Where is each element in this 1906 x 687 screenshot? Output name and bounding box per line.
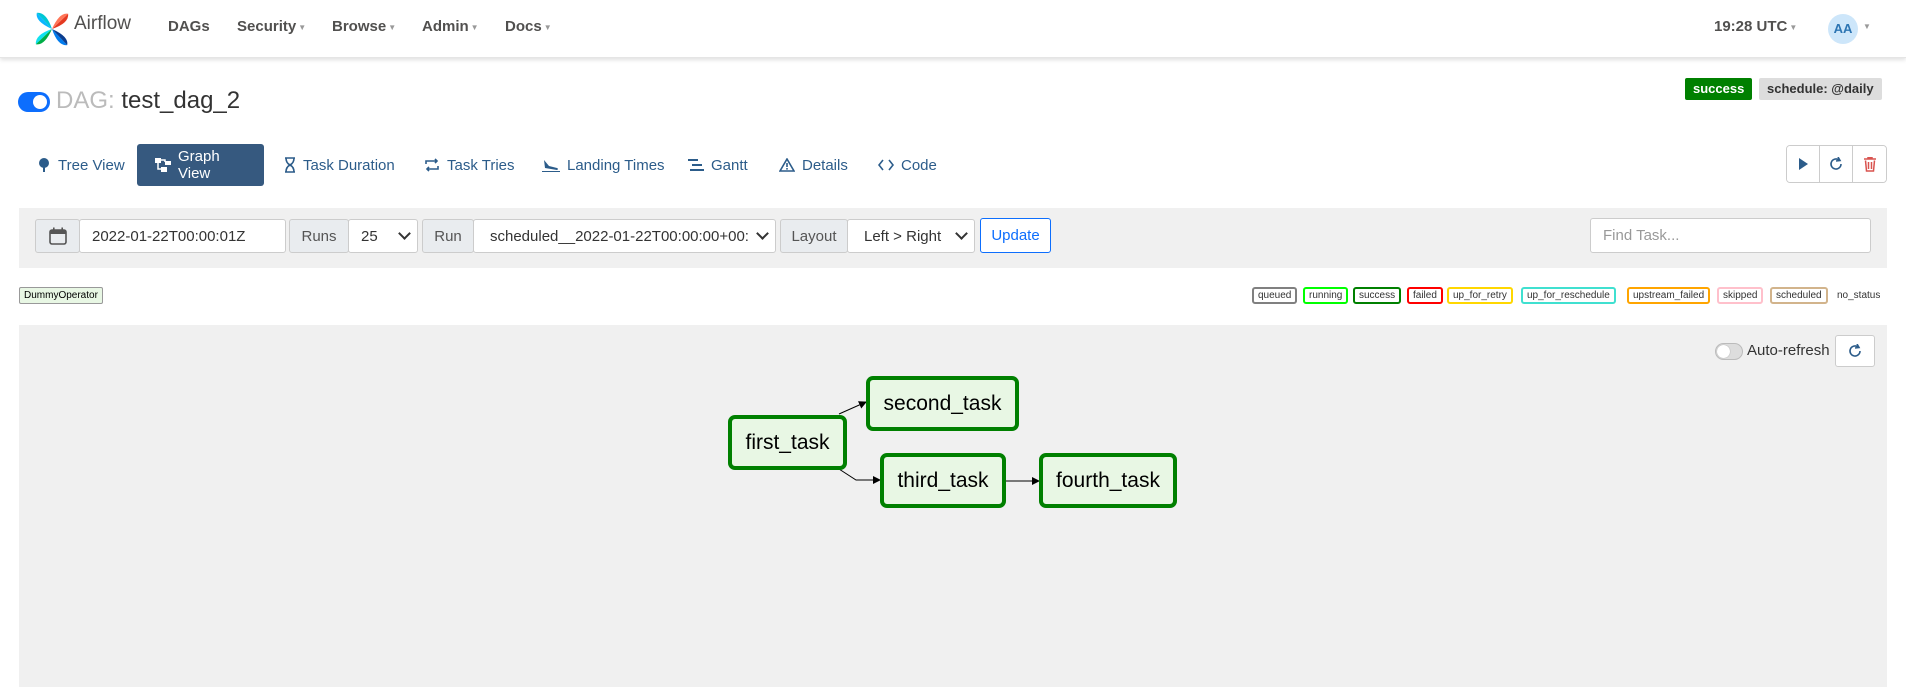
calendar-icon: [48, 227, 67, 245]
trigger-dag-button[interactable]: [1787, 146, 1820, 182]
tab-label: Gantt: [711, 156, 748, 174]
auto-refresh-label: Auto-refresh: [1747, 342, 1830, 359]
legend-success: success: [1353, 287, 1402, 304]
tab-code[interactable]: Code: [860, 144, 955, 186]
tab-gantt[interactable]: Gantt: [670, 144, 766, 186]
legend-queued: queued: [1252, 287, 1298, 304]
graph-refresh-button[interactable]: [1835, 335, 1875, 367]
user-avatar[interactable]: AA: [1828, 14, 1858, 44]
chevron-down-icon: [398, 227, 411, 240]
task-node-first-task[interactable]: first_task: [728, 415, 847, 470]
tab-task-tries[interactable]: Task Tries: [406, 144, 533, 186]
operator-legend-dummyoperator: DummyOperator: [19, 287, 103, 304]
legend-upstream-failed: upstream_failed: [1627, 287, 1711, 304]
run-select[interactable]: scheduled__2022-01-22T00:00:00+00:00: [473, 219, 776, 253]
nav-security[interactable]: Security ▼: [237, 18, 306, 35]
timezone-clock[interactable]: 19:28 UTC ▼: [1714, 18, 1797, 35]
brand-logo[interactable]: Airflow: [33, 7, 131, 51]
page-title: DAG: test_dag_2: [56, 87, 240, 115]
runs-select-value: 25: [361, 227, 378, 245]
retry-icon: [424, 158, 440, 172]
nav-admin[interactable]: Admin ▼: [422, 18, 479, 35]
code-icon: [878, 159, 894, 171]
run-select-value: scheduled__2022-01-22T00:00:00+00:00: [490, 227, 749, 245]
refresh-dag-button[interactable]: [1820, 146, 1853, 182]
dag-status-badge: success: [1685, 78, 1753, 100]
execution-date-input[interactable]: 2022-01-22T00:00:01Z: [79, 219, 286, 253]
tab-graph-view[interactable]: Graph View: [137, 144, 264, 186]
tab-label: Details: [802, 156, 848, 174]
delete-dag-button[interactable]: [1853, 146, 1886, 182]
nav-admin-label: Admin: [422, 18, 469, 35]
auto-refresh-toggle[interactable]: [1715, 343, 1743, 360]
tab-label: Code: [901, 156, 937, 174]
run-label: Run: [422, 219, 474, 253]
date-picker-button[interactable]: [35, 219, 80, 253]
nav-browse[interactable]: Browse ▼: [332, 18, 396, 35]
plane-landing-icon: [542, 158, 560, 172]
legend-up-for-retry: up_for_retry: [1447, 287, 1513, 304]
caret-down-icon: ▼: [1789, 22, 1798, 32]
tab-label: Landing Times: [567, 156, 665, 174]
task-node-third-task[interactable]: third_task: [880, 453, 1006, 508]
layout-label: Layout: [780, 219, 848, 253]
nav-security-label: Security: [237, 18, 297, 35]
schedule-badge: schedule: @daily: [1759, 78, 1882, 100]
graph-icon: [155, 158, 171, 172]
caret-down-icon: ▼: [470, 22, 479, 32]
caret-down-icon: ▼: [543, 22, 552, 32]
layout-select[interactable]: Left > Right: [847, 219, 975, 253]
legend-up-for-reschedule: up_for_reschedule: [1521, 287, 1616, 304]
tab-label: Task Tries: [447, 156, 515, 174]
tab-task-duration[interactable]: Task Duration: [266, 144, 413, 186]
legend-failed: failed: [1407, 287, 1443, 304]
dag-action-group: [1786, 145, 1887, 183]
task-node-fourth-task[interactable]: fourth_task: [1039, 453, 1177, 508]
nav-dags-label: DAGs: [168, 18, 210, 35]
play-icon: [1799, 158, 1808, 170]
legend-skipped: skipped: [1717, 287, 1764, 304]
find-task-input[interactable]: Find Task...: [1590, 218, 1871, 253]
tab-label: Graph View: [178, 148, 220, 182]
chevron-down-icon: [955, 227, 968, 240]
tab-landing-times[interactable]: Landing Times: [524, 144, 683, 186]
hourglass-icon: [284, 157, 296, 173]
nav-browse-label: Browse: [332, 18, 387, 35]
tab-tree-view[interactable]: Tree View: [19, 144, 143, 186]
legend-scheduled: scheduled: [1770, 287, 1828, 304]
clock-label: 19:28 UTC: [1714, 18, 1788, 35]
nav-docs[interactable]: Docs ▼: [505, 18, 552, 35]
runs-select[interactable]: 25: [348, 219, 418, 253]
refresh-icon: [1830, 157, 1842, 170]
gantt-icon: [688, 158, 704, 172]
top-navbar: Airflow DAGs Security ▼ Browse ▼ Admin ▼ Do…: [0, 0, 1906, 58]
update-button[interactable]: Update: [980, 218, 1051, 253]
dag-name: test_dag_2: [121, 87, 241, 114]
brand-name: Airflow: [74, 13, 132, 34]
refresh-icon: [1849, 344, 1861, 357]
legend-no-status: no_status: [1837, 290, 1881, 301]
caret-down-icon[interactable]: ▼: [1863, 22, 1871, 31]
trash-icon: [1863, 156, 1876, 172]
tab-label: Tree View: [58, 156, 125, 174]
tab-label: Task Duration: [303, 156, 395, 174]
dag-pause-toggle[interactable]: [18, 92, 50, 112]
legend-running: running: [1303, 287, 1349, 304]
caret-down-icon: ▼: [388, 22, 397, 32]
layout-select-value: Left > Right: [864, 227, 942, 245]
tab-details[interactable]: Details: [761, 144, 866, 186]
airflow-pinwheel-icon: [35, 12, 69, 46]
nav-dags[interactable]: DAGs: [168, 18, 210, 35]
chevron-down-icon: [756, 227, 769, 240]
runs-label: Runs: [289, 219, 349, 253]
tree-icon: [37, 157, 51, 173]
task-node-second-task[interactable]: second_task: [866, 376, 1019, 431]
dag-prefix: DAG:: [56, 87, 115, 114]
warning-triangle-icon: [779, 158, 795, 172]
caret-down-icon: ▼: [298, 22, 307, 32]
nav-docs-label: Docs: [505, 18, 542, 35]
